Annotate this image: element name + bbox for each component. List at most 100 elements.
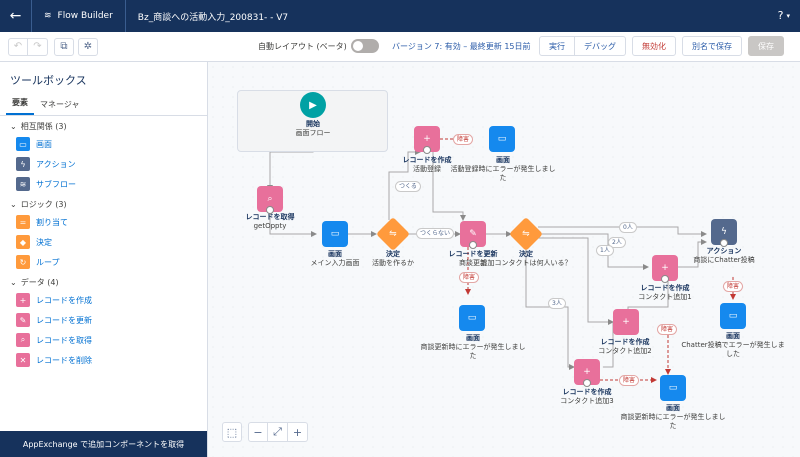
section-logic[interactable]: ⌄ ロジック (3) (0, 194, 207, 212)
tab-manager[interactable]: マネージャ (34, 99, 85, 115)
node-screen-error-4[interactable]: ▭ (660, 375, 686, 401)
toolbox-item-screen[interactable]: ▭ 画面 (0, 134, 207, 154)
node-screen-main[interactable]: ▭ (322, 221, 348, 247)
section-label: データ (4) (20, 278, 59, 287)
node-create-contact-1-label: レコードを作成 コンタクト追加1 (610, 284, 720, 302)
undo-icon[interactable]: ↶ (8, 37, 28, 56)
chevron-down-icon: ⌄ (10, 278, 17, 287)
node-get-record-label: レコードを取得 getOppty (215, 213, 325, 231)
save-button[interactable]: 保存 (748, 36, 784, 56)
play-icon: ▶ (300, 92, 326, 118)
debug-button[interactable]: デバッグ (575, 36, 626, 56)
decision-icon: ⇋ (522, 228, 530, 239)
record-lookup-icon: ⌕ (16, 333, 30, 347)
zoom-in-icon[interactable]: + (288, 422, 308, 442)
version-status: バージョン 7: 有効 – 最終更新 15日前 (392, 42, 531, 51)
fault-connector-dot[interactable] (469, 241, 477, 249)
tab-elements[interactable]: 要素 (6, 97, 34, 115)
section-label: 相互関係 (3) (20, 122, 67, 131)
copy-icon[interactable]: ⧉ (54, 37, 74, 56)
fit-view-icon[interactable]: ⤢ (268, 422, 288, 442)
marquee-select-icon[interactable]: ⬚ (222, 422, 242, 442)
node-name: 追加コンタクトは何人いる？ (480, 258, 572, 267)
toolbox-item-create-records[interactable]: + レコードを作成 (0, 290, 207, 310)
node-name: 活動登録時にエラーが発生しました (450, 164, 556, 182)
edge-label-three: 3人 (548, 298, 566, 309)
edge-label-fault: 障害 (619, 375, 640, 386)
node-create-contact-3-label: レコードを作成 コンタクト追加3 (532, 388, 642, 406)
deactivate-button[interactable]: 無効化 (632, 36, 676, 56)
help-menu[interactable]: ? ▾ (778, 9, 790, 22)
back-arrow-icon: ← (9, 8, 22, 24)
edge-label-fault: 障害 (453, 134, 474, 145)
item-label: レコードを作成 (36, 295, 92, 305)
node-name: 活動を作るか (372, 258, 414, 267)
toolbox-item-assignment[interactable]: = 割り当て (0, 212, 207, 232)
toolbox-item-action[interactable]: ϟ アクション (0, 154, 207, 174)
screen-icon: ▭ (728, 311, 738, 321)
toolbox-item-loop[interactable]: ↻ ループ (0, 252, 207, 272)
node-name: getOppty (253, 221, 287, 230)
lightning-icon: ϟ (721, 227, 727, 237)
zoom-out-icon[interactable]: − (248, 422, 268, 442)
toolbox-item-delete-records[interactable]: ✕ レコードを削除 (0, 350, 207, 370)
fault-connector-dot[interactable] (661, 275, 669, 283)
record-create-icon: + (622, 317, 630, 327)
item-label: レコードを削除 (36, 355, 92, 365)
toolbox-item-get-records[interactable]: ⌕ レコードを取得 (0, 330, 207, 350)
node-name: Chatter投稿でエラーが発生しました (681, 340, 785, 358)
save-as-button[interactable]: 別名で保存 (682, 36, 742, 56)
node-type: レコードを作成 (562, 388, 612, 396)
node-screen-error-3[interactable]: ▭ (720, 303, 746, 329)
back-button[interactable]: ← (0, 0, 32, 32)
start-label: 開始 画面フロー (258, 120, 368, 138)
toolbox-item-update-records[interactable]: ✎ レコードを更新 (0, 310, 207, 330)
auto-layout-label: 自動レイアウト (ベータ) (258, 41, 347, 51)
record-update-icon: ✎ (16, 313, 30, 327)
record-lookup-icon: ⌕ (267, 194, 273, 204)
node-screen-error-2[interactable]: ▭ (459, 305, 485, 331)
gear-icon[interactable]: ✲ (78, 37, 98, 56)
decision-icon: ◆ (16, 235, 30, 249)
decision-icon: ⇋ (389, 228, 397, 239)
screen-icon: ▭ (668, 383, 678, 393)
edge-label-fault: 障害 (459, 272, 480, 283)
fault-connector-dot[interactable] (423, 146, 431, 154)
node-create-contact-2[interactable]: + (613, 309, 639, 335)
toolbox-tabs: 要素 マネージャ (0, 94, 207, 116)
chevron-down-icon: ▾ (786, 11, 790, 20)
fault-connector-dot[interactable] (720, 239, 728, 247)
edge-label-not-make: つくらない (416, 228, 455, 239)
app-switcher[interactable]: ≋ Flow Builder (32, 0, 126, 32)
edge-label-one: 1人 (596, 245, 614, 256)
node-name: 商談にChatter投稿 (693, 255, 755, 264)
fault-connector-dot[interactable] (583, 379, 591, 387)
appexchange-link[interactable]: AppExchange で追加コンポーネントを取得 (0, 431, 207, 457)
subflow-icon: ≋ (16, 177, 30, 191)
node-screen-error-1[interactable]: ▭ (489, 126, 515, 152)
section-data[interactable]: ⌄ データ (4) (0, 272, 207, 290)
zoom-controls: ⬚ − ⤢ + (222, 422, 308, 442)
node-type: レコードを作成 (600, 338, 650, 346)
item-label: レコードを取得 (36, 335, 92, 345)
toolbox-item-decision[interactable]: ◆ 決定 (0, 232, 207, 252)
node-name: 商談更新時にエラーが発生しました (420, 342, 526, 360)
screen-icon: ▭ (330, 229, 340, 239)
edge-label-fault: 障害 (723, 281, 744, 292)
node-decision-2-label: 決定 追加コンタクトは何人いる？ (471, 250, 581, 268)
redo-icon[interactable]: ↷ (28, 37, 48, 56)
flow-canvas[interactable]: ▶ 開始 画面フロー ⌕ レコードを取得 getOppty ▭ 画面 メイン入力… (208, 62, 800, 457)
toolbox-title: ツールボックス (10, 74, 87, 87)
node-type: 画面 (466, 334, 480, 342)
node-name: コンタクト追加1 (638, 292, 692, 301)
toolbar-actions: 実行 デバッグ 無効化 別名で保存 保存 (539, 36, 784, 56)
auto-layout-toggle[interactable] (350, 39, 379, 53)
run-button[interactable]: 実行 (539, 36, 575, 56)
app-header: ← ≋ Flow Builder Bz_商談への活動入力_200831- - V… (0, 0, 800, 32)
toolbox-item-subflow[interactable]: ≋ サブフロー (0, 174, 207, 194)
node-screen-error-3-label: 画面 Chatter投稿でエラーが発生しました (678, 332, 788, 358)
node-name: コンタクト追加2 (598, 346, 652, 355)
node-name: 商談更新時にエラーが発生しました (620, 412, 726, 430)
record-delete-icon: ✕ (16, 353, 30, 367)
section-interaction[interactable]: ⌄ 相互関係 (3) (0, 116, 207, 134)
